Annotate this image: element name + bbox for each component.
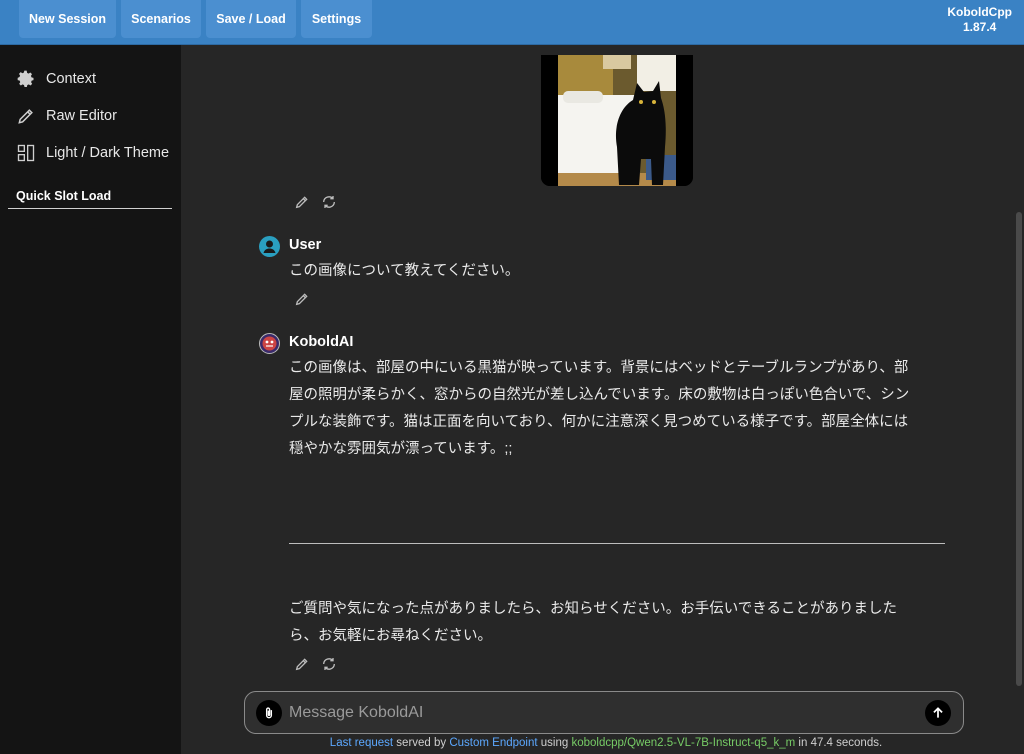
gear-icon [17,70,34,87]
endpoint-link[interactable]: Custom Endpoint [449,737,537,749]
sidebar-item-theme[interactable]: Light / Dark Theme [16,140,169,166]
regenerate-icon[interactable] [321,656,337,672]
ai-followup-line: ご質問や気になった点がありましたら、お知らせください。お手伝いできることがありま… [289,601,897,617]
model-name: koboldcpp/Qwen2.5-VL-7B-Instruct-q5_k_m [571,737,796,749]
sidebar: Context Raw Editor Light / Dark Theme Qu… [0,45,181,754]
message-composer [244,691,964,734]
sidebar-item-label: Raw Editor [46,108,117,124]
timing-text: in 47.4 seconds. [798,737,883,749]
user-icon [263,240,276,253]
ai-followup: ご質問や気になった点がありましたら、お知らせください。お手伝いできることがありま… [289,596,949,650]
scrollbar[interactable] [1016,212,1022,686]
save-load-button[interactable]: Save / Load [206,0,296,38]
edit-icon[interactable] [294,291,310,307]
settings-button[interactable]: Settings [301,0,372,38]
ai-name: KoboldAI [289,334,354,350]
sidebar-item-raw-editor[interactable]: Raw Editor [16,103,117,129]
edit-icon[interactable] [294,656,310,672]
scenarios-button[interactable]: Scenarios [121,0,201,38]
attach-button[interactable] [256,700,282,726]
user-avatar [259,236,280,257]
app-brand: KoboldCpp 1.87.4 [947,5,1012,35]
paperclip-icon [265,707,273,719]
sidebar-item-label: Context [46,71,96,87]
ai-message-line: 穏やかな雰囲気が漂っています。;; [289,441,513,457]
quick-slot-load-heading: Quick Slot Load [16,189,112,203]
app-name: KoboldCpp [947,5,1012,19]
last-request-link[interactable]: Last request [330,737,393,749]
ai-message-line: プルな装飾です。猫は正面を向いており、何かに注意深く見つめている様子です。部屋全… [289,414,909,430]
user-message: この画像について教えてください。 [289,263,520,279]
ai-message: この画像は、部屋の中にいる黒猫が映っています。背景にはベッドとテーブルランプがあ… [289,355,949,463]
regenerate-icon[interactable] [321,194,337,210]
ai-message-line: この画像は、部屋の中にいる黒猫が映っています。背景にはベッドとテーブルランプがあ… [289,360,909,376]
kobold-icon [262,336,277,351]
koboldai-avatar [259,333,280,354]
served-by-text: served by [396,737,447,749]
ai-message-line: 屋の照明が柔らかく、窓からの自然光が差し込んでいます。床の敷物は白っぽい色合いで… [289,387,910,403]
layout-icon [17,144,35,162]
sidebar-item-context[interactable]: Context [16,66,96,92]
edit-icon[interactable] [294,194,310,210]
app-version: 1.87.4 [962,20,997,34]
divider [8,208,172,209]
arrow-up-icon [933,707,943,718]
cat-photo [541,55,693,186]
new-session-button[interactable]: New Session [19,0,116,38]
user-name: User [289,237,322,253]
send-button[interactable] [925,700,951,726]
message-input[interactable] [289,692,909,733]
uploaded-image [541,55,693,186]
pencil-icon [18,109,33,124]
top-bar: New Session Scenarios Save / Load Settin… [0,0,1024,45]
ai-followup-line: ら、お気軽にお尋ねください。 [289,628,492,644]
status-footer: Last request served by Custom Endpoint u… [0,737,1024,749]
message-divider [289,543,945,544]
using-text: using [540,737,569,749]
sidebar-item-label: Light / Dark Theme [46,145,170,161]
